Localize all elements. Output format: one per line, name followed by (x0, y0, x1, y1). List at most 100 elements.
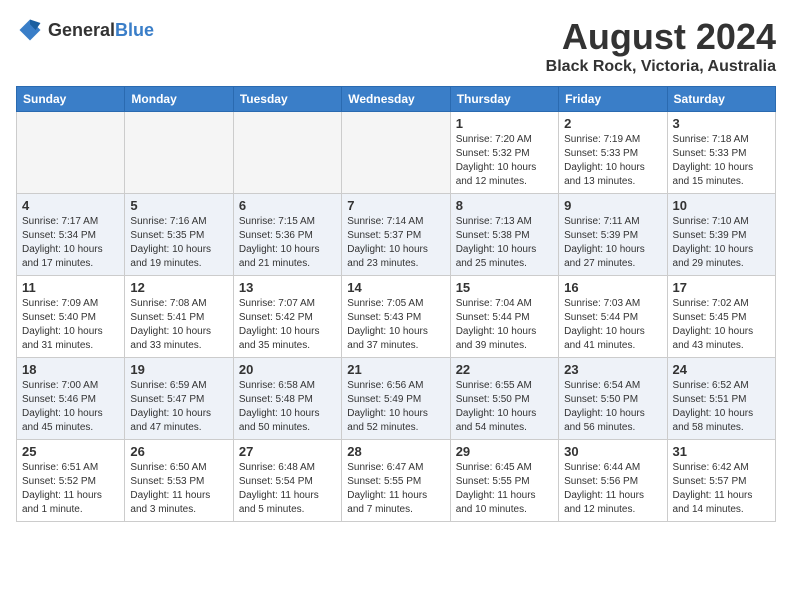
day-info: Sunrise: 7:03 AM Sunset: 5:44 PM Dayligh… (564, 297, 661, 353)
calendar-day-cell: 12 Sunrise: 7:08 AM Sunset: 5:41 PM Dayli… (125, 276, 233, 358)
day-info: Sunrise: 7:18 AM Sunset: 5:33 PM Dayligh… (673, 133, 770, 189)
calendar-day-cell: 13 Sunrise: 7:07 AM Sunset: 5:42 PM Dayli… (233, 276, 341, 358)
day-number: 2 (564, 116, 661, 131)
day-number: 15 (456, 280, 553, 295)
day-info: Sunrise: 6:58 AM Sunset: 5:48 PM Dayligh… (239, 379, 336, 435)
calendar-day-cell: 11Sunrise: 7:09 AM Sunset: 5:40 PM Dayli… (17, 276, 125, 358)
day-info: Sunrise: 7:00 AM Sunset: 5:46 PM Dayligh… (22, 379, 119, 435)
calendar-day-cell: 8 Sunrise: 7:13 AM Sunset: 5:38 PM Daylig… (450, 194, 558, 276)
day-info: Sunrise: 7:15 AM Sunset: 5:36 PM Dayligh… (239, 215, 336, 271)
day-number: 10 (673, 198, 770, 213)
day-number: 16 (564, 280, 661, 295)
calendar-day-cell: 9 Sunrise: 7:11 AM Sunset: 5:39 PM Daylig… (559, 194, 667, 276)
calendar-day-header: Tuesday (233, 87, 341, 112)
day-info: Sunrise: 7:04 AM Sunset: 5:44 PM Dayligh… (456, 297, 553, 353)
calendar-day-cell: 4 Sunrise: 7:17 AM Sunset: 5:34 PM Daylig… (17, 194, 125, 276)
logo-general: GeneralBlue (48, 20, 154, 41)
calendar-day-cell: 21 Sunrise: 6:56 AM Sunset: 5:49 PM Dayli… (342, 358, 450, 440)
calendar-day-cell: 16 Sunrise: 7:03 AM Sunset: 5:44 PM Dayli… (559, 276, 667, 358)
calendar-day-header: Wednesday (342, 87, 450, 112)
day-info: Sunrise: 6:51 AM Sunset: 5:52 PM Dayligh… (22, 461, 119, 517)
calendar-day-header: Saturday (667, 87, 775, 112)
calendar-day-cell: 26 Sunrise: 6:50 AM Sunset: 5:53 PM Dayli… (125, 440, 233, 522)
day-number: 12 (130, 280, 227, 295)
day-number: 13 (239, 280, 336, 295)
day-number: 11 (22, 280, 119, 295)
calendar-day-cell: 15 Sunrise: 7:04 AM Sunset: 5:44 PM Dayli… (450, 276, 558, 358)
calendar-week-row: 4 Sunrise: 7:17 AM Sunset: 5:34 PM Daylig… (17, 194, 776, 276)
calendar-day-cell: 7 Sunrise: 7:14 AM Sunset: 5:37 PM Daylig… (342, 194, 450, 276)
calendar-day-header: Friday (559, 87, 667, 112)
day-number: 6 (239, 198, 336, 213)
day-info: Sunrise: 7:07 AM Sunset: 5:42 PM Dayligh… (239, 297, 336, 353)
logo: GeneralBlue (16, 16, 154, 44)
calendar-day-cell: 25 Sunrise: 6:51 AM Sunset: 5:52 PM Dayli… (17, 440, 125, 522)
day-info: Sunrise: 7:14 AM Sunset: 5:37 PM Dayligh… (347, 215, 444, 271)
day-number: 26 (130, 444, 227, 459)
day-number: 25 (22, 444, 119, 459)
day-number: 17 (673, 280, 770, 295)
calendar-day-header: Sunday (17, 87, 125, 112)
calendar-table: SundayMondayTuesdayWednesdayThursdayFrid… (16, 86, 776, 522)
calendar-day-cell: 5 Sunrise: 7:16 AM Sunset: 5:35 PM Daylig… (125, 194, 233, 276)
day-number: 7 (347, 198, 444, 213)
day-info: Sunrise: 7:13 AM Sunset: 5:38 PM Dayligh… (456, 215, 553, 271)
day-number: 24 (673, 362, 770, 377)
day-number: 3 (673, 116, 770, 131)
day-info: Sunrise: 6:56 AM Sunset: 5:49 PM Dayligh… (347, 379, 444, 435)
day-number: 21 (347, 362, 444, 377)
day-info: Sunrise: 7:05 AM Sunset: 5:43 PM Dayligh… (347, 297, 444, 353)
day-number: 28 (347, 444, 444, 459)
day-info: Sunrise: 7:17 AM Sunset: 5:34 PM Dayligh… (22, 215, 119, 271)
day-info: Sunrise: 7:08 AM Sunset: 5:41 PM Dayligh… (130, 297, 227, 353)
calendar-day-cell: 18Sunrise: 7:00 AM Sunset: 5:46 PM Dayli… (17, 358, 125, 440)
page-header: GeneralBlue August 2024 Black Rock, Vict… (16, 16, 776, 76)
day-info: Sunrise: 7:16 AM Sunset: 5:35 PM Dayligh… (130, 215, 227, 271)
day-number: 8 (456, 198, 553, 213)
day-info: Sunrise: 7:10 AM Sunset: 5:39 PM Dayligh… (673, 215, 770, 271)
calendar-day-header: Thursday (450, 87, 558, 112)
day-number: 22 (456, 362, 553, 377)
calendar-day-cell: 20 Sunrise: 6:58 AM Sunset: 5:48 PM Dayli… (233, 358, 341, 440)
day-info: Sunrise: 6:47 AM Sunset: 5:55 PM Dayligh… (347, 461, 444, 517)
day-number: 19 (130, 362, 227, 377)
day-number: 20 (239, 362, 336, 377)
calendar-day-cell: 28 Sunrise: 6:47 AM Sunset: 5:55 PM Dayli… (342, 440, 450, 522)
calendar-week-row: 25 Sunrise: 6:51 AM Sunset: 5:52 PM Dayli… (17, 440, 776, 522)
calendar-day-cell: 30Sunrise: 6:44 AM Sunset: 5:56 PM Dayli… (559, 440, 667, 522)
day-number: 30 (564, 444, 661, 459)
day-info: Sunrise: 6:45 AM Sunset: 5:55 PM Dayligh… (456, 461, 553, 517)
day-number: 5 (130, 198, 227, 213)
day-info: Sunrise: 7:11 AM Sunset: 5:39 PM Dayligh… (564, 215, 661, 271)
day-info: Sunrise: 6:52 AM Sunset: 5:51 PM Dayligh… (673, 379, 770, 435)
calendar-day-cell: 3 Sunrise: 7:18 AM Sunset: 5:33 PM Daylig… (667, 112, 775, 194)
day-number: 31 (673, 444, 770, 459)
calendar-day-cell: 14Sunrise: 7:05 AM Sunset: 5:43 PM Dayli… (342, 276, 450, 358)
calendar-day-cell: 6 Sunrise: 7:15 AM Sunset: 5:36 PM Daylig… (233, 194, 341, 276)
calendar-header-row: SundayMondayTuesdayWednesdayThursdayFrid… (17, 87, 776, 112)
day-info: Sunrise: 6:55 AM Sunset: 5:50 PM Dayligh… (456, 379, 553, 435)
calendar-day-cell (125, 112, 233, 194)
logo-icon (16, 16, 44, 44)
calendar-day-cell (342, 112, 450, 194)
page-subtitle: Black Rock, Victoria, Australia (546, 58, 776, 76)
day-number: 9 (564, 198, 661, 213)
day-info: Sunrise: 7:19 AM Sunset: 5:33 PM Dayligh… (564, 133, 661, 189)
day-info: Sunrise: 6:59 AM Sunset: 5:47 PM Dayligh… (130, 379, 227, 435)
calendar-day-cell: 31 Sunrise: 6:42 AM Sunset: 5:57 PM Dayli… (667, 440, 775, 522)
day-number: 23 (564, 362, 661, 377)
calendar-day-cell: 27 Sunrise: 6:48 AM Sunset: 5:54 PM Dayli… (233, 440, 341, 522)
day-info: Sunrise: 6:48 AM Sunset: 5:54 PM Dayligh… (239, 461, 336, 517)
day-info: Sunrise: 7:20 AM Sunset: 5:32 PM Dayligh… (456, 133, 553, 189)
day-info: Sunrise: 7:02 AM Sunset: 5:45 PM Dayligh… (673, 297, 770, 353)
day-number: 27 (239, 444, 336, 459)
calendar-week-row: 1Sunrise: 7:20 AM Sunset: 5:32 PM Daylig… (17, 112, 776, 194)
day-number: 4 (22, 198, 119, 213)
day-info: Sunrise: 6:50 AM Sunset: 5:53 PM Dayligh… (130, 461, 227, 517)
day-info: Sunrise: 6:42 AM Sunset: 5:57 PM Dayligh… (673, 461, 770, 517)
calendar-day-cell: 17 Sunrise: 7:02 AM Sunset: 5:45 PM Dayli… (667, 276, 775, 358)
calendar-day-cell: 29Sunrise: 6:45 AM Sunset: 5:55 PM Dayli… (450, 440, 558, 522)
calendar-day-header: Monday (125, 87, 233, 112)
day-info: Sunrise: 6:54 AM Sunset: 5:50 PM Dayligh… (564, 379, 661, 435)
calendar-day-cell: 2 Sunrise: 7:19 AM Sunset: 5:33 PM Daylig… (559, 112, 667, 194)
